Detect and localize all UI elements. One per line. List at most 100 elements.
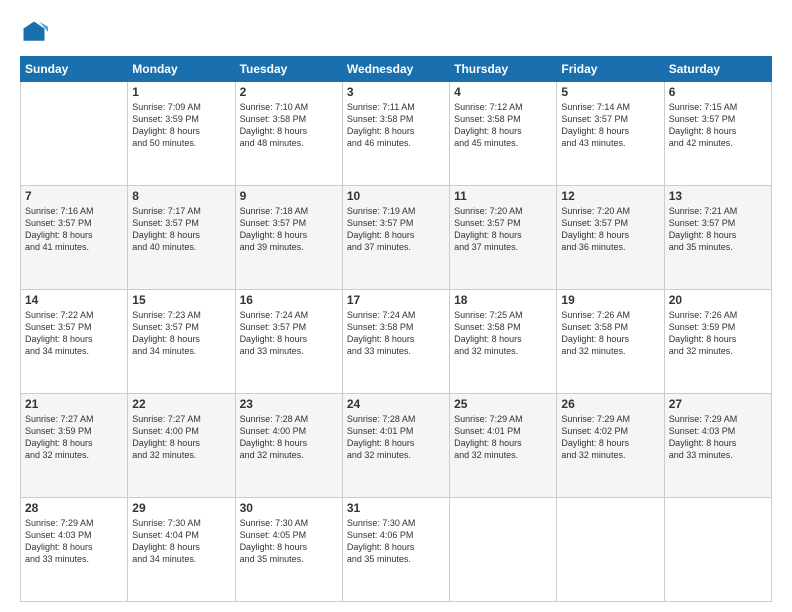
calendar-cell: 22Sunrise: 7:27 AM Sunset: 4:00 PM Dayli…	[128, 394, 235, 498]
calendar-cell: 12 Sunrise: 7:20 AM Sunset: 3:57 PM Dayli…	[557, 186, 664, 290]
calendar-cell: 4Sunrise: 7:12 AM Sunset: 3:58 PM Daylig…	[450, 82, 557, 186]
cell-info: Sunrise: 7:14 AM Sunset: 3:57 PM Dayligh…	[561, 101, 659, 150]
header	[20, 18, 772, 46]
cell-info: Sunrise: 7:22 AM Sunset: 3:57 PM Dayligh…	[25, 309, 123, 358]
cell-info: Sunrise: 7:17 AM Sunset: 3:57 PM Dayligh…	[132, 205, 230, 254]
cell-info: Sunrise: 7:28 AM Sunset: 4:00 PM Dayligh…	[240, 413, 338, 462]
day-number: 15	[132, 293, 230, 307]
day-number: 26	[561, 397, 659, 411]
calendar-cell: 29 Sunrise: 7:30 AM Sunset: 4:04 PM Dayli…	[128, 498, 235, 602]
cell-info: Sunrise: 7:26 AM Sunset: 3:58 PM Dayligh…	[561, 309, 659, 358]
day-number: 6	[669, 85, 767, 99]
day-number: 17	[347, 293, 445, 307]
calendar-table: SundayMondayTuesdayWednesdayThursdayFrid…	[20, 56, 772, 602]
calendar-cell: 14 Sunrise: 7:22 AM Sunset: 3:57 PM Dayli…	[21, 290, 128, 394]
calendar-cell: 25 Sunrise: 7:29 AM Sunset: 4:01 PM Dayli…	[450, 394, 557, 498]
cell-info: Sunrise: 7:29 AM Sunset: 4:03 PM Dayligh…	[25, 517, 123, 566]
calendar-cell: 1 Sunrise: 7:09 AM Sunset: 3:59 PM Daylig…	[128, 82, 235, 186]
calendar-cell	[450, 498, 557, 602]
cell-info: Sunrise: 7:09 AM Sunset: 3:59 PM Dayligh…	[132, 101, 230, 150]
calendar-week-1: 1 Sunrise: 7:09 AM Sunset: 3:59 PM Daylig…	[21, 82, 772, 186]
calendar-cell: 17 Sunrise: 7:24 AM Sunset: 3:58 PM Dayli…	[342, 290, 449, 394]
cell-info: Sunrise: 7:21 AM Sunset: 3:57 PM Dayligh…	[669, 205, 767, 254]
cell-info: Sunrise: 7:27 AM Sunset: 3:59 PM Dayligh…	[25, 413, 123, 462]
calendar-cell: 3 Sunrise: 7:11 AM Sunset: 3:58 PM Daylig…	[342, 82, 449, 186]
calendar-cell: 18 Sunrise: 7:25 AM Sunset: 3:58 PM Dayli…	[450, 290, 557, 394]
day-number: 27	[669, 397, 767, 411]
logo-icon	[20, 18, 48, 46]
weekday-header-wednesday: Wednesday	[342, 57, 449, 82]
calendar-cell: 16Sunrise: 7:24 AM Sunset: 3:57 PM Dayli…	[235, 290, 342, 394]
day-number: 31	[347, 501, 445, 515]
day-number: 8	[132, 189, 230, 203]
calendar-cell: 2Sunrise: 7:10 AM Sunset: 3:58 PM Daylig…	[235, 82, 342, 186]
calendar-cell: 26 Sunrise: 7:29 AM Sunset: 4:02 PM Dayli…	[557, 394, 664, 498]
day-number: 12	[561, 189, 659, 203]
cell-info: Sunrise: 7:20 AM Sunset: 3:57 PM Dayligh…	[561, 205, 659, 254]
calendar-cell	[21, 82, 128, 186]
day-number: 13	[669, 189, 767, 203]
cell-info: Sunrise: 7:19 AM Sunset: 3:57 PM Dayligh…	[347, 205, 445, 254]
calendar-cell: 15 Sunrise: 7:23 AM Sunset: 3:57 PM Dayli…	[128, 290, 235, 394]
day-number: 2	[240, 85, 338, 99]
weekday-header-saturday: Saturday	[664, 57, 771, 82]
calendar-cell: 13 Sunrise: 7:21 AM Sunset: 3:57 PM Dayli…	[664, 186, 771, 290]
day-number: 23	[240, 397, 338, 411]
calendar-cell: 21Sunrise: 7:27 AM Sunset: 3:59 PM Dayli…	[21, 394, 128, 498]
cell-info: Sunrise: 7:24 AM Sunset: 3:58 PM Dayligh…	[347, 309, 445, 358]
day-number: 25	[454, 397, 552, 411]
cell-info: Sunrise: 7:23 AM Sunset: 3:57 PM Dayligh…	[132, 309, 230, 358]
cell-info: Sunrise: 7:30 AM Sunset: 4:06 PM Dayligh…	[347, 517, 445, 566]
day-number: 9	[240, 189, 338, 203]
calendar-cell: 11 Sunrise: 7:20 AM Sunset: 3:57 PM Dayli…	[450, 186, 557, 290]
calendar-cell: 24Sunrise: 7:28 AM Sunset: 4:01 PM Dayli…	[342, 394, 449, 498]
calendar-week-3: 14 Sunrise: 7:22 AM Sunset: 3:57 PM Dayli…	[21, 290, 772, 394]
cell-info: Sunrise: 7:25 AM Sunset: 3:58 PM Dayligh…	[454, 309, 552, 358]
cell-info: Sunrise: 7:29 AM Sunset: 4:01 PM Dayligh…	[454, 413, 552, 462]
logo	[20, 18, 52, 46]
day-number: 10	[347, 189, 445, 203]
day-number: 30	[240, 501, 338, 515]
day-number: 28	[25, 501, 123, 515]
page: SundayMondayTuesdayWednesdayThursdayFrid…	[0, 0, 792, 612]
cell-info: Sunrise: 7:11 AM Sunset: 3:58 PM Dayligh…	[347, 101, 445, 150]
day-number: 29	[132, 501, 230, 515]
cell-info: Sunrise: 7:28 AM Sunset: 4:01 PM Dayligh…	[347, 413, 445, 462]
cell-info: Sunrise: 7:29 AM Sunset: 4:02 PM Dayligh…	[561, 413, 659, 462]
cell-info: Sunrise: 7:15 AM Sunset: 3:57 PM Dayligh…	[669, 101, 767, 150]
calendar-cell	[664, 498, 771, 602]
cell-info: Sunrise: 7:12 AM Sunset: 3:58 PM Dayligh…	[454, 101, 552, 150]
calendar-cell: 19 Sunrise: 7:26 AM Sunset: 3:58 PM Dayli…	[557, 290, 664, 394]
day-number: 1	[132, 85, 230, 99]
day-number: 20	[669, 293, 767, 307]
day-number: 3	[347, 85, 445, 99]
calendar-cell: 31 Sunrise: 7:30 AM Sunset: 4:06 PM Dayli…	[342, 498, 449, 602]
day-number: 11	[454, 189, 552, 203]
calendar-week-2: 7Sunrise: 7:16 AM Sunset: 3:57 PM Daylig…	[21, 186, 772, 290]
weekday-header-tuesday: Tuesday	[235, 57, 342, 82]
day-number: 19	[561, 293, 659, 307]
cell-info: Sunrise: 7:26 AM Sunset: 3:59 PM Dayligh…	[669, 309, 767, 358]
calendar-cell: 27Sunrise: 7:29 AM Sunset: 4:03 PM Dayli…	[664, 394, 771, 498]
calendar-cell: 9 Sunrise: 7:18 AM Sunset: 3:57 PM Daylig…	[235, 186, 342, 290]
calendar-cell	[557, 498, 664, 602]
day-number: 14	[25, 293, 123, 307]
day-number: 5	[561, 85, 659, 99]
calendar-cell: 7Sunrise: 7:16 AM Sunset: 3:57 PM Daylig…	[21, 186, 128, 290]
cell-info: Sunrise: 7:18 AM Sunset: 3:57 PM Dayligh…	[240, 205, 338, 254]
weekday-header-thursday: Thursday	[450, 57, 557, 82]
day-number: 18	[454, 293, 552, 307]
weekday-header-sunday: Sunday	[21, 57, 128, 82]
weekday-header-row: SundayMondayTuesdayWednesdayThursdayFrid…	[21, 57, 772, 82]
weekday-header-friday: Friday	[557, 57, 664, 82]
day-number: 22	[132, 397, 230, 411]
calendar-cell: 5 Sunrise: 7:14 AM Sunset: 3:57 PM Daylig…	[557, 82, 664, 186]
weekday-header-monday: Monday	[128, 57, 235, 82]
day-number: 7	[25, 189, 123, 203]
cell-info: Sunrise: 7:20 AM Sunset: 3:57 PM Dayligh…	[454, 205, 552, 254]
cell-info: Sunrise: 7:24 AM Sunset: 3:57 PM Dayligh…	[240, 309, 338, 358]
calendar-cell: 23 Sunrise: 7:28 AM Sunset: 4:00 PM Dayli…	[235, 394, 342, 498]
calendar-week-5: 28 Sunrise: 7:29 AM Sunset: 4:03 PM Dayli…	[21, 498, 772, 602]
cell-info: Sunrise: 7:30 AM Sunset: 4:04 PM Dayligh…	[132, 517, 230, 566]
calendar-cell: 28 Sunrise: 7:29 AM Sunset: 4:03 PM Dayli…	[21, 498, 128, 602]
